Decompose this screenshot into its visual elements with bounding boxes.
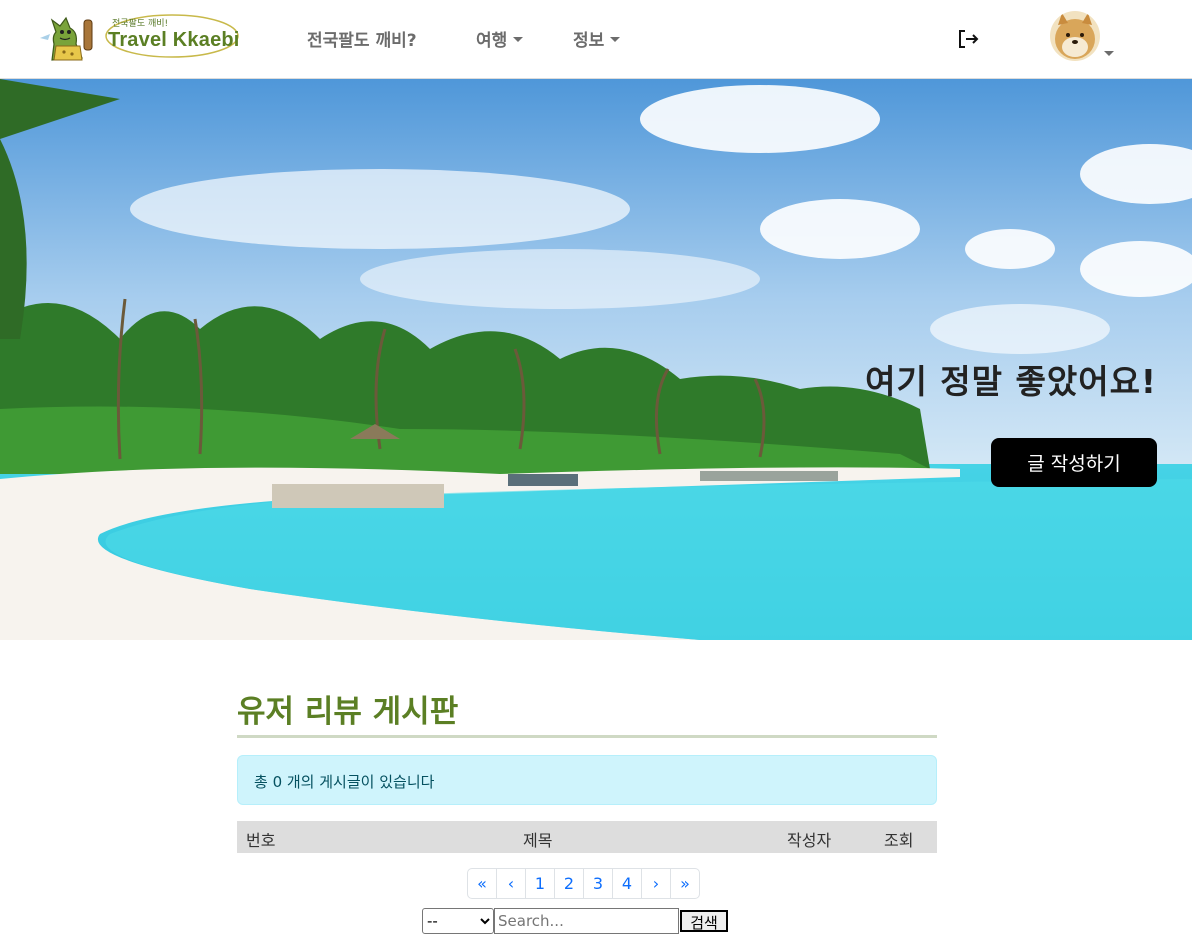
logout-icon[interactable] — [956, 27, 980, 51]
page-4[interactable]: 4 — [612, 868, 642, 899]
brand-tagline: 전국팔도 깨비! — [112, 19, 169, 29]
column-title: 제목 — [523, 831, 553, 850]
board-title: 유저 리뷰 게시판 — [237, 694, 459, 730]
page-prev[interactable]: ‹ — [496, 868, 526, 899]
post-count-alert: 총 0 개의 게시글이 있습니다 — [237, 755, 937, 805]
column-number: 번호 — [246, 831, 276, 850]
board-divider — [237, 735, 937, 738]
nav-about-link[interactable]: 전국팔도 깨비? — [307, 26, 417, 51]
navbar: 전국팔도 깨비! Travel Kkaebi 전국팔도 깨비? 여행 정보 — [0, 0, 1192, 79]
nav-travel-dropdown[interactable]: 여행 — [476, 26, 524, 51]
nav-travel-label: 여행 — [476, 31, 508, 51]
avatar-caret-down-icon[interactable] — [1104, 51, 1114, 56]
pagination: « ‹ 1 2 3 4 › » — [467, 868, 700, 899]
page-3[interactable]: 3 — [583, 868, 613, 899]
nav-info-label: 정보 — [573, 31, 605, 51]
brand-name: Travel Kkaebi — [108, 29, 240, 51]
search-bar: -- 검색 — [422, 908, 728, 934]
search-type-select[interactable]: -- — [422, 908, 494, 934]
caret-down-icon — [610, 36, 621, 42]
page-next[interactable]: › — [641, 868, 671, 899]
page-last[interactable]: » — [670, 868, 700, 899]
write-post-button[interactable]: 글 작성하기 — [991, 438, 1157, 487]
search-button[interactable]: 검색 — [680, 910, 728, 932]
nav-info-dropdown[interactable]: 정보 — [573, 26, 621, 51]
page-2[interactable]: 2 — [554, 868, 584, 899]
page-1[interactable]: 1 — [525, 868, 555, 899]
brand-logo[interactable]: 전국팔도 깨비! Travel Kkaebi — [38, 10, 242, 64]
caret-down-icon — [513, 36, 524, 42]
board-table-header: 번호 제목 작성자 조회 — [237, 821, 937, 853]
hero-title: 여기 정말 좋았어요! — [865, 362, 1157, 401]
column-views: 조회 — [884, 831, 914, 850]
hero-banner: 여기 정말 좋았어요! 글 작성하기 — [0, 79, 1192, 640]
page-first[interactable]: « — [467, 868, 497, 899]
column-author: 작성자 — [787, 831, 832, 850]
search-input[interactable] — [494, 908, 679, 934]
user-avatar[interactable] — [1050, 11, 1100, 61]
